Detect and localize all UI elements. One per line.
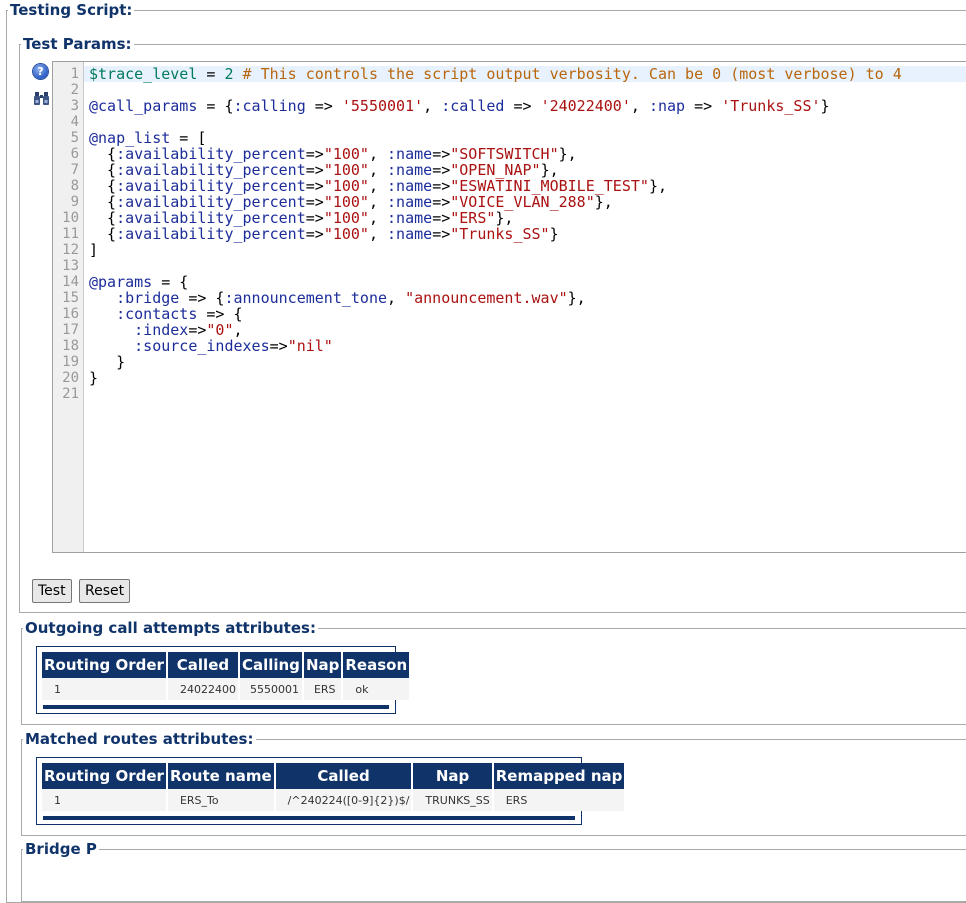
code-line-18: :source_indexes=>"nil": [134, 337, 333, 355]
col-header[interactable]: Calling: [239, 652, 302, 678]
code-editor[interactable]: 1 2 3 4 5 6 7 8 9 10 11 12 13 14 15 16 17 18 19 20 21 $trace…: [52, 61, 966, 553]
outgoing-attempts-legend: Outgoing call attempts attributes:: [25, 619, 316, 637]
line-number: 19: [62, 354, 79, 370]
table-footer-bar: [43, 705, 389, 709]
code-line-7: {:availability_percent=>"100", :name=>"O…: [89, 161, 559, 179]
code-line-9: {:availability_percent=>"100", :name=>"V…: [89, 193, 613, 211]
col-header[interactable]: Routing Order: [42, 652, 166, 678]
binoculars-icon[interactable]: [33, 91, 50, 106]
matched-routes-table-wrap: Routing Order Route name Called Nap Rema…: [36, 757, 625, 825]
code-line-12: ]: [89, 241, 99, 259]
line-number: 10: [62, 210, 79, 226]
table-row[interactable]: 1 24022400 5550001 ERS ok: [42, 678, 410, 700]
outgoing-attempts-table: Routing Order Called Calling Nap Reason …: [40, 652, 411, 700]
code-line-20: }: [89, 369, 99, 387]
reset-button[interactable]: Reset: [79, 579, 131, 603]
table-cell: ok: [343, 678, 410, 700]
table-cell: 24022400: [167, 678, 238, 700]
code-line-6: {:availability_percent=>"100", :name=>"S…: [89, 145, 577, 163]
code-line-15: :bridge => {:announcement_tone, "announc…: [116, 289, 586, 307]
col-header[interactable]: Called: [275, 763, 412, 789]
table-cell: 1: [42, 678, 166, 700]
line-number: 5: [70, 130, 79, 146]
line-number: 21: [62, 386, 79, 402]
code-line-19: }: [89, 353, 126, 371]
line-number: 13: [62, 258, 79, 274]
line-number: 20: [62, 370, 79, 386]
code-line-5: @nap_list = [: [89, 129, 207, 147]
outgoing-attempts-table-wrap: Routing Order Called Calling Nap Reason …: [36, 646, 410, 714]
table-cell: 5550001: [239, 678, 302, 700]
test-params-legend: Test Params:: [23, 35, 132, 53]
line-number: 4: [70, 114, 79, 130]
testing-script-legend: Testing Script:: [10, 1, 133, 19]
col-header[interactable]: Nap: [303, 652, 342, 678]
test-button[interactable]: Test: [32, 579, 72, 603]
matched-routes-table: Routing Order Route name Called Nap Rema…: [40, 763, 626, 811]
line-number: 16: [62, 306, 79, 322]
table-header-row: Routing Order Route name Called Nap Rema…: [42, 763, 625, 789]
line-number: 7: [70, 162, 79, 178]
code-line-16: :contacts => {: [116, 305, 243, 323]
line-number: 2: [70, 82, 79, 98]
line-number-gutter: 1 2 3 4 5 6 7 8 9 10 11 12 13 14 15 16 17 18 19 20 21: [53, 62, 84, 552]
code-line-3: @call_params = {:calling => '5550001', :…: [89, 97, 830, 115]
code-line-10: {:availability_percent=>"100", :name=>"E…: [89, 209, 514, 227]
line-number: 11: [62, 226, 79, 242]
code-line-1: $trace_level = 2 # This controls the scr…: [89, 65, 902, 83]
table-cell: /^240224([0-9]{2})$/: [275, 789, 412, 811]
table-cell: ERS: [303, 678, 342, 700]
table-header-row: Routing Order Called Calling Nap Reason: [42, 652, 410, 678]
line-number: 18: [62, 338, 79, 354]
col-header[interactable]: Called: [167, 652, 238, 678]
code-line-11: {:availability_percent=>"100", :name=>"T…: [89, 225, 559, 243]
table-cell: 1: [42, 789, 166, 811]
code-line-17: :index=>"0",: [134, 321, 243, 339]
table-cell: ERS_To: [167, 789, 274, 811]
line-number: 1: [70, 66, 79, 82]
col-header[interactable]: Route name: [167, 763, 274, 789]
line-number: 15: [62, 290, 79, 306]
code-line-14: @params = {: [89, 273, 189, 291]
line-number: 17: [62, 322, 79, 338]
line-number: 6: [70, 146, 79, 162]
col-header[interactable]: Reason: [343, 652, 410, 678]
code-line-8: {:availability_percent=>"100", :name=>"E…: [89, 177, 667, 195]
matched-routes-legend: Matched routes attributes:: [25, 730, 254, 748]
line-number: 12: [62, 242, 79, 258]
table-row[interactable]: 1 ERS_To /^240224([0-9]{2})$/ TRUNKS_SS …: [42, 789, 625, 811]
table-cell: ERS: [493, 789, 625, 811]
bridge-params-section: Bridge P: [21, 840, 966, 902]
help-glyph: ?: [37, 65, 44, 78]
table-footer-bar: [43, 816, 575, 820]
help-icon[interactable]: ?: [33, 64, 48, 79]
line-number: 9: [70, 194, 79, 210]
line-number: 3: [70, 98, 79, 114]
bridge-params-legend: Bridge P: [25, 840, 97, 858]
col-header[interactable]: Remapped nap: [493, 763, 625, 789]
line-number: 8: [70, 178, 79, 194]
line-number: 14: [62, 274, 79, 290]
col-header[interactable]: Nap: [413, 763, 492, 789]
col-header[interactable]: Routing Order: [42, 763, 166, 789]
table-cell: TRUNKS_SS: [413, 789, 492, 811]
